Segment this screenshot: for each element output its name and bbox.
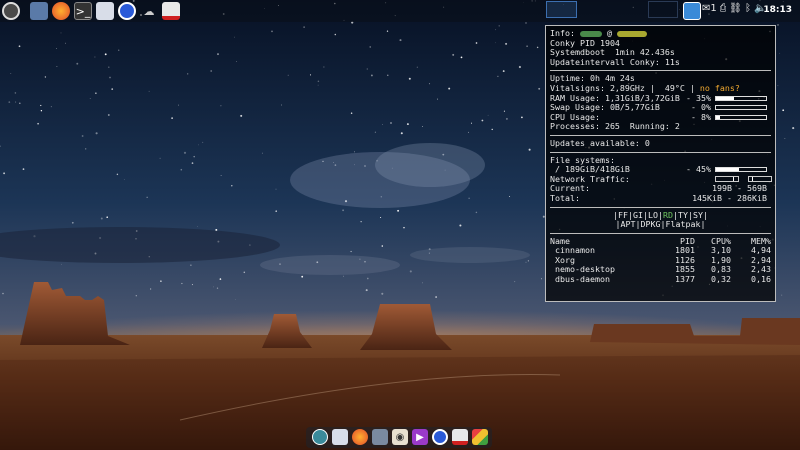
process-table: Name PID CPU% MEM% cinnamon 1801 3,10 4,… xyxy=(550,236,771,285)
ram-bar xyxy=(715,95,767,101)
redacted-user xyxy=(579,30,602,37)
proc-pid: 1377 xyxy=(675,274,695,285)
proc-mem: 0,16 xyxy=(751,274,771,285)
software-icon[interactable] xyxy=(312,429,328,445)
flatpak-icon[interactable] xyxy=(162,2,180,20)
mail-icon[interactable] xyxy=(332,429,348,445)
menu-icon[interactable] xyxy=(2,2,20,20)
no-fans-warning: no fans? xyxy=(699,82,740,93)
flatpak-icon[interactable] xyxy=(452,429,468,445)
net-title: Network Traffic: xyxy=(550,173,630,184)
current-label: Current: xyxy=(550,183,590,194)
dock: ◉ ▶ xyxy=(306,427,492,448)
files-icon[interactable] xyxy=(30,2,48,20)
mail-icon[interactable] xyxy=(96,2,114,20)
firefox-icon[interactable] xyxy=(352,429,368,445)
clock[interactable]: 18:13 xyxy=(763,5,792,15)
cpu-usage: CPU Usage: xyxy=(550,111,600,122)
info-label: Info: xyxy=(550,28,575,38)
total-label: Total: xyxy=(550,192,580,203)
fs-root-pct: - 45% xyxy=(686,164,711,175)
terminal-icon[interactable]: >_ xyxy=(74,2,92,20)
files-icon[interactable] xyxy=(372,429,388,445)
vitalsigns: Vitalsigns: 2,89GHz | 49°C | xyxy=(550,82,700,93)
cloud-icon[interactable]: ☁ xyxy=(140,2,158,20)
info-at: @ xyxy=(606,28,612,38)
update-count: 1 xyxy=(710,3,717,14)
fs-root: / 189GiB/418GiB xyxy=(550,164,630,175)
net-down-graph xyxy=(715,175,739,182)
separator xyxy=(550,134,771,136)
proc-cpu: 0,32 xyxy=(711,274,731,285)
browser-icon[interactable] xyxy=(118,2,136,20)
system-tray: ✉1 ⎙ ⛓ ᛒ 🔈 xyxy=(702,3,767,14)
browser-icon[interactable] xyxy=(432,429,448,445)
updates-available: Updates available: 0 xyxy=(550,137,650,148)
separator xyxy=(550,206,771,208)
redacted-host xyxy=(616,30,647,37)
separator xyxy=(550,232,771,234)
workspace-1[interactable] xyxy=(546,1,577,18)
fs-root-bar xyxy=(715,167,767,173)
ram-usage: RAM Usage: 1,31GiB/3,72GiB xyxy=(550,92,680,103)
maps-icon[interactable] xyxy=(472,429,488,445)
cpu-bar xyxy=(715,114,767,120)
proc-name: dbus-daemon xyxy=(555,274,610,285)
update-manager-icon[interactable] xyxy=(683,2,701,20)
swap-bar xyxy=(715,105,767,111)
printer-icon[interactable]: ⎙ xyxy=(720,3,726,14)
firefox-icon[interactable] xyxy=(52,2,70,20)
bluetooth-icon[interactable]: ᛒ xyxy=(745,3,751,14)
media-icon[interactable]: ▶ xyxy=(412,429,428,445)
processes: Processes: 265 Running: 2 xyxy=(550,121,680,132)
package-managers-line2: |APT|DPKG|Flatpak| xyxy=(615,219,706,230)
eye-icon[interactable]: ◉ xyxy=(392,429,408,445)
workspace-2[interactable] xyxy=(648,1,678,18)
net-up-graph xyxy=(748,175,772,182)
separator xyxy=(550,151,771,153)
swap-usage: Swap Usage: 0B/5,77GiB xyxy=(550,102,660,113)
conky-widget: Info: @ Conky PID 1904 Systemdboot 1min … xyxy=(545,25,776,302)
separator xyxy=(550,70,771,72)
total-value: 145KiB - 286KiB xyxy=(692,192,767,203)
cpu-pct: - 8% xyxy=(691,111,711,122)
update-interval: Updateintervall Conky: 11s xyxy=(550,56,680,67)
top-panel: >_ ☁ ✉1 ⎙ ⛓ ᛒ 🔈 18:13 xyxy=(0,0,800,22)
network-icon[interactable]: ⛓ xyxy=(729,3,742,14)
